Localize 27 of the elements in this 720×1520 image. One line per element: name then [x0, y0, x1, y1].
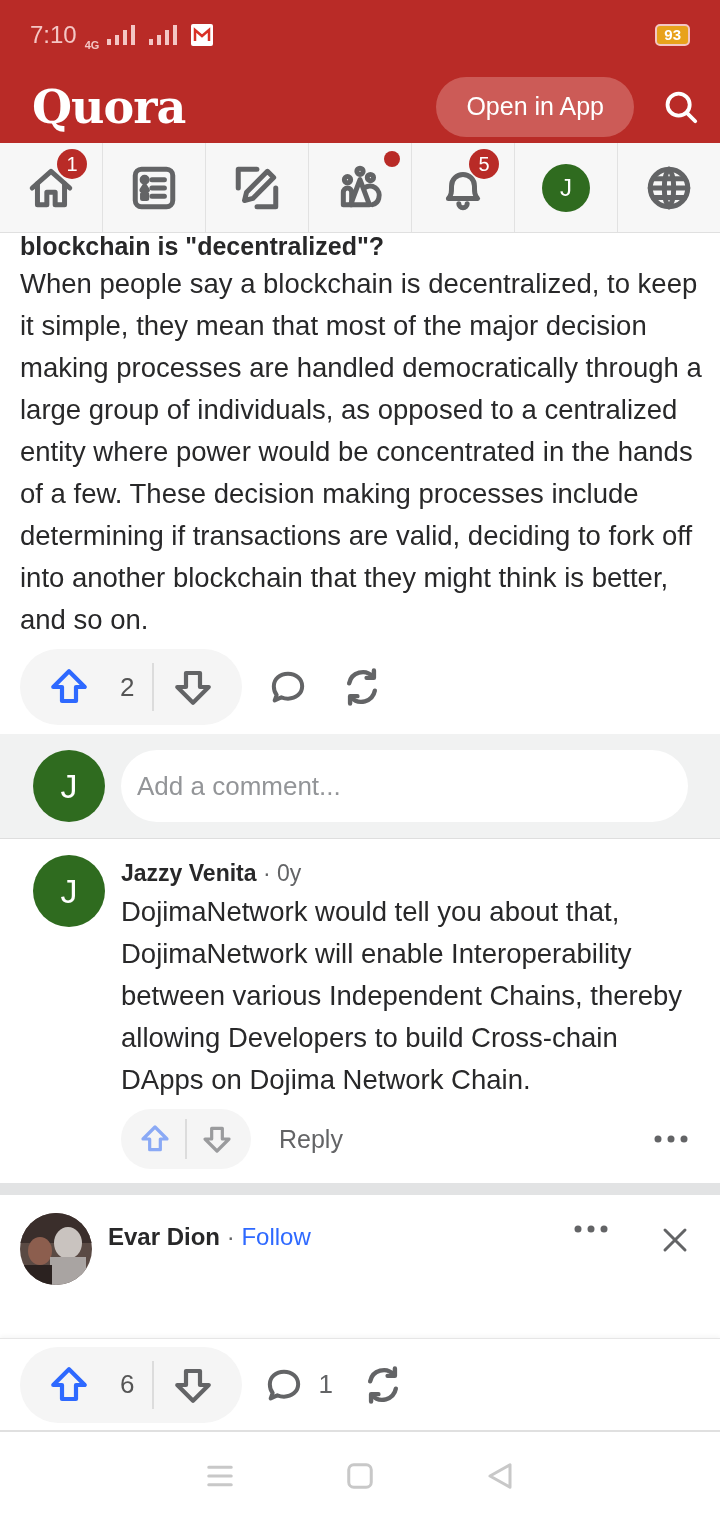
question-title[interactable]: blockchain is "decentralized"? [20, 233, 700, 257]
user-avatar: J [33, 855, 105, 927]
nav-tab[interactable]: 5 [412, 143, 515, 232]
more-icon [654, 1135, 688, 1143]
comment-field[interactable]: Add a comment... [121, 750, 688, 822]
battery-indicator: 93 [655, 24, 690, 46]
author-name[interactable]: Evar Dion [108, 1223, 221, 1250]
comment-text: DojimaNetwork would tell you about that, DojimaNetwork will enable Interoperability between various Independent Chains, thereby allowing Developers to build Cross-chain DApps on Dojima Network Chain. [121, 895, 684, 1097]
answer-text: When people say a blockchain is decentralized, to keep it simple, they mean that most of the major decision making processes are handled democratically through a large group of individuals, as opposed to a centralized entity where power would be concentrated in the hands of a few. These decision making processes include determining if transactions are valid, deciding to fork off into another blockchain that they might think is better, and so on. [20, 267, 703, 637]
mail-icon [191, 24, 214, 46]
notification-badge: 1 [57, 149, 87, 179]
follow-link[interactable]: Follow [241, 1223, 311, 1250]
network-type: 4G [84, 39, 100, 51]
nav-tab[interactable]: 1 [0, 143, 103, 232]
open-in-app-button[interactable]: Open in App [436, 76, 634, 137]
reply-button[interactable]: Reply [275, 1118, 347, 1160]
user-avatar: J [33, 750, 105, 822]
nav-tab[interactable]: J [515, 143, 618, 232]
comment-age: · 0y [262, 860, 302, 886]
comment-author[interactable]: Jazzy Venita [121, 860, 257, 886]
more-icon [574, 1225, 608, 1233]
notification-badge: 5 [469, 149, 499, 179]
comment-button[interactable]: 1 [258, 1358, 339, 1411]
separator-dot: · [226, 1223, 235, 1250]
profile-avatar: J [542, 163, 590, 212]
clock: 7:10 [30, 21, 77, 49]
quora-logo[interactable]: Quora [32, 79, 437, 134]
